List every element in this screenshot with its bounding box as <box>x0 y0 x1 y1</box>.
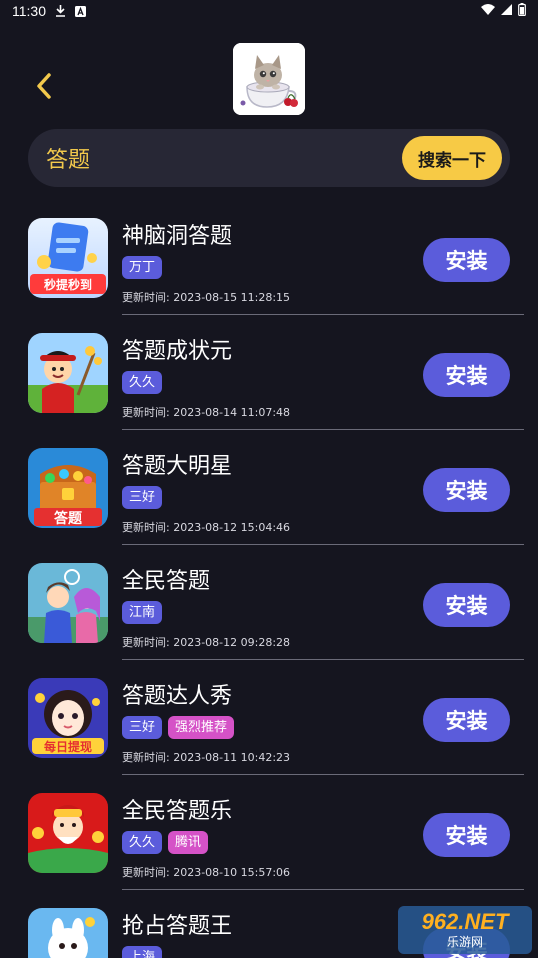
install-button[interactable]: 安装 <box>423 813 510 857</box>
developer-tag: 上海 <box>122 946 163 958</box>
back-button[interactable] <box>28 70 60 102</box>
update-time: 更新时间: 2023-08-12 15:04:46 <box>122 521 291 534</box>
app-icon-label: 答题 <box>54 510 83 527</box>
app-name: 全民答题乐 <box>122 799 233 824</box>
app-list: 秒提秒到 神脑洞答题 万丁 更新时间: 2023-08-15 11:28:15 … <box>0 200 538 958</box>
install-button[interactable]: 安装 <box>423 353 510 397</box>
update-time: 更新时间: 2023-08-14 11:07:48 <box>122 406 291 419</box>
app-icon-shennaodong: 秒提秒到 <box>28 218 108 298</box>
app-icon-label: 秒提秒到 <box>44 277 92 292</box>
app-tags: 三好 <box>122 486 163 509</box>
app-icon-dati-darenxiu: 每日提现 <box>28 678 108 758</box>
list-item[interactable]: 答题 答题大明星 三好 更新时间: 2023-08-12 15:04:46 安装 <box>0 430 538 545</box>
notification-a-icon <box>74 5 86 17</box>
developer-tag: 久久 <box>122 371 163 394</box>
app-icon-dati-zhuangyuan <box>28 333 108 413</box>
list-item[interactable]: 全民答题 江南 更新时间: 2023-08-12 09:28:28 安装 <box>0 545 538 660</box>
developer-tag: 江南 <box>122 601 163 624</box>
publisher-tag: 腾讯 <box>168 831 209 854</box>
chevron-left-icon <box>37 73 51 99</box>
app-logo <box>233 43 305 115</box>
developer-tag: 三好 <box>122 486 163 509</box>
status-time: 11:30 <box>12 3 46 19</box>
app-icon-qiangzhan-datiwang <box>28 908 108 958</box>
app-name: 抢占答题王 <box>122 914 233 939</box>
app-tags: 上海 <box>122 946 163 958</box>
app-icon-dati-damingxing: 答题 <box>28 448 108 528</box>
app-name: 答题成状元 <box>122 339 233 364</box>
app-name: 答题大明星 <box>122 454 233 479</box>
app-name: 答题达人秀 <box>122 684 233 709</box>
search-button[interactable]: 搜索一下 <box>402 136 502 180</box>
watermark-sub: 乐游网 <box>446 935 483 949</box>
wifi-icon <box>481 3 495 19</box>
list-item[interactable]: 秒提秒到 神脑洞答题 万丁 更新时间: 2023-08-15 11:28:15 … <box>0 200 538 315</box>
status-bar: 11:30 <box>0 0 538 22</box>
app-tags: 万丁 <box>122 256 163 279</box>
search-bar: 搜索一下 <box>28 129 510 187</box>
app-tags: 久久 <box>122 371 163 394</box>
install-button[interactable]: 安装 <box>423 583 510 627</box>
list-item[interactable]: 每日提现 答题达人秀 三好 强烈推荐 更新时间: 2023-08-11 10:4… <box>0 660 538 775</box>
developer-tag: 三好 <box>122 716 163 739</box>
install-button[interactable]: 安装 <box>423 238 510 282</box>
recommend-tag: 强烈推荐 <box>168 716 235 739</box>
update-time: 更新时间: 2023-08-15 11:28:15 <box>122 291 291 304</box>
app-tags: 三好 强烈推荐 <box>122 716 235 739</box>
battery-icon <box>518 2 526 20</box>
site-watermark: 962.NET 乐游网 <box>398 906 532 954</box>
signal-icon <box>501 3 512 19</box>
developer-tag: 久久 <box>122 831 163 854</box>
app-name: 神脑洞答题 <box>122 224 233 249</box>
update-time: 更新时间: 2023-08-10 15:57:06 <box>122 866 291 879</box>
app-tags: 江南 <box>122 601 163 624</box>
app-name: 全民答题 <box>122 569 211 594</box>
app-icon-quanmin-dati <box>28 563 108 643</box>
watermark-brand: 962.NET <box>421 909 509 934</box>
app-icon-label: 每日提现 <box>44 739 92 754</box>
list-item[interactable]: 全民答题乐 久久 腾讯 更新时间: 2023-08-10 15:57:06 安装 <box>0 775 538 890</box>
search-input[interactable] <box>46 145 376 171</box>
download-icon <box>54 5 66 17</box>
list-item[interactable]: 答题成状元 久久 更新时间: 2023-08-14 11:07:48 安装 <box>0 315 538 430</box>
install-button[interactable]: 安装 <box>423 468 510 512</box>
update-time: 更新时间: 2023-08-11 10:42:23 <box>122 751 291 764</box>
app-icon-quanmin-datile <box>28 793 108 873</box>
update-time: 更新时间: 2023-08-12 09:28:28 <box>122 636 291 649</box>
install-button[interactable]: 安装 <box>423 698 510 742</box>
developer-tag: 万丁 <box>122 256 163 279</box>
app-tags: 久久 腾讯 <box>122 831 209 854</box>
